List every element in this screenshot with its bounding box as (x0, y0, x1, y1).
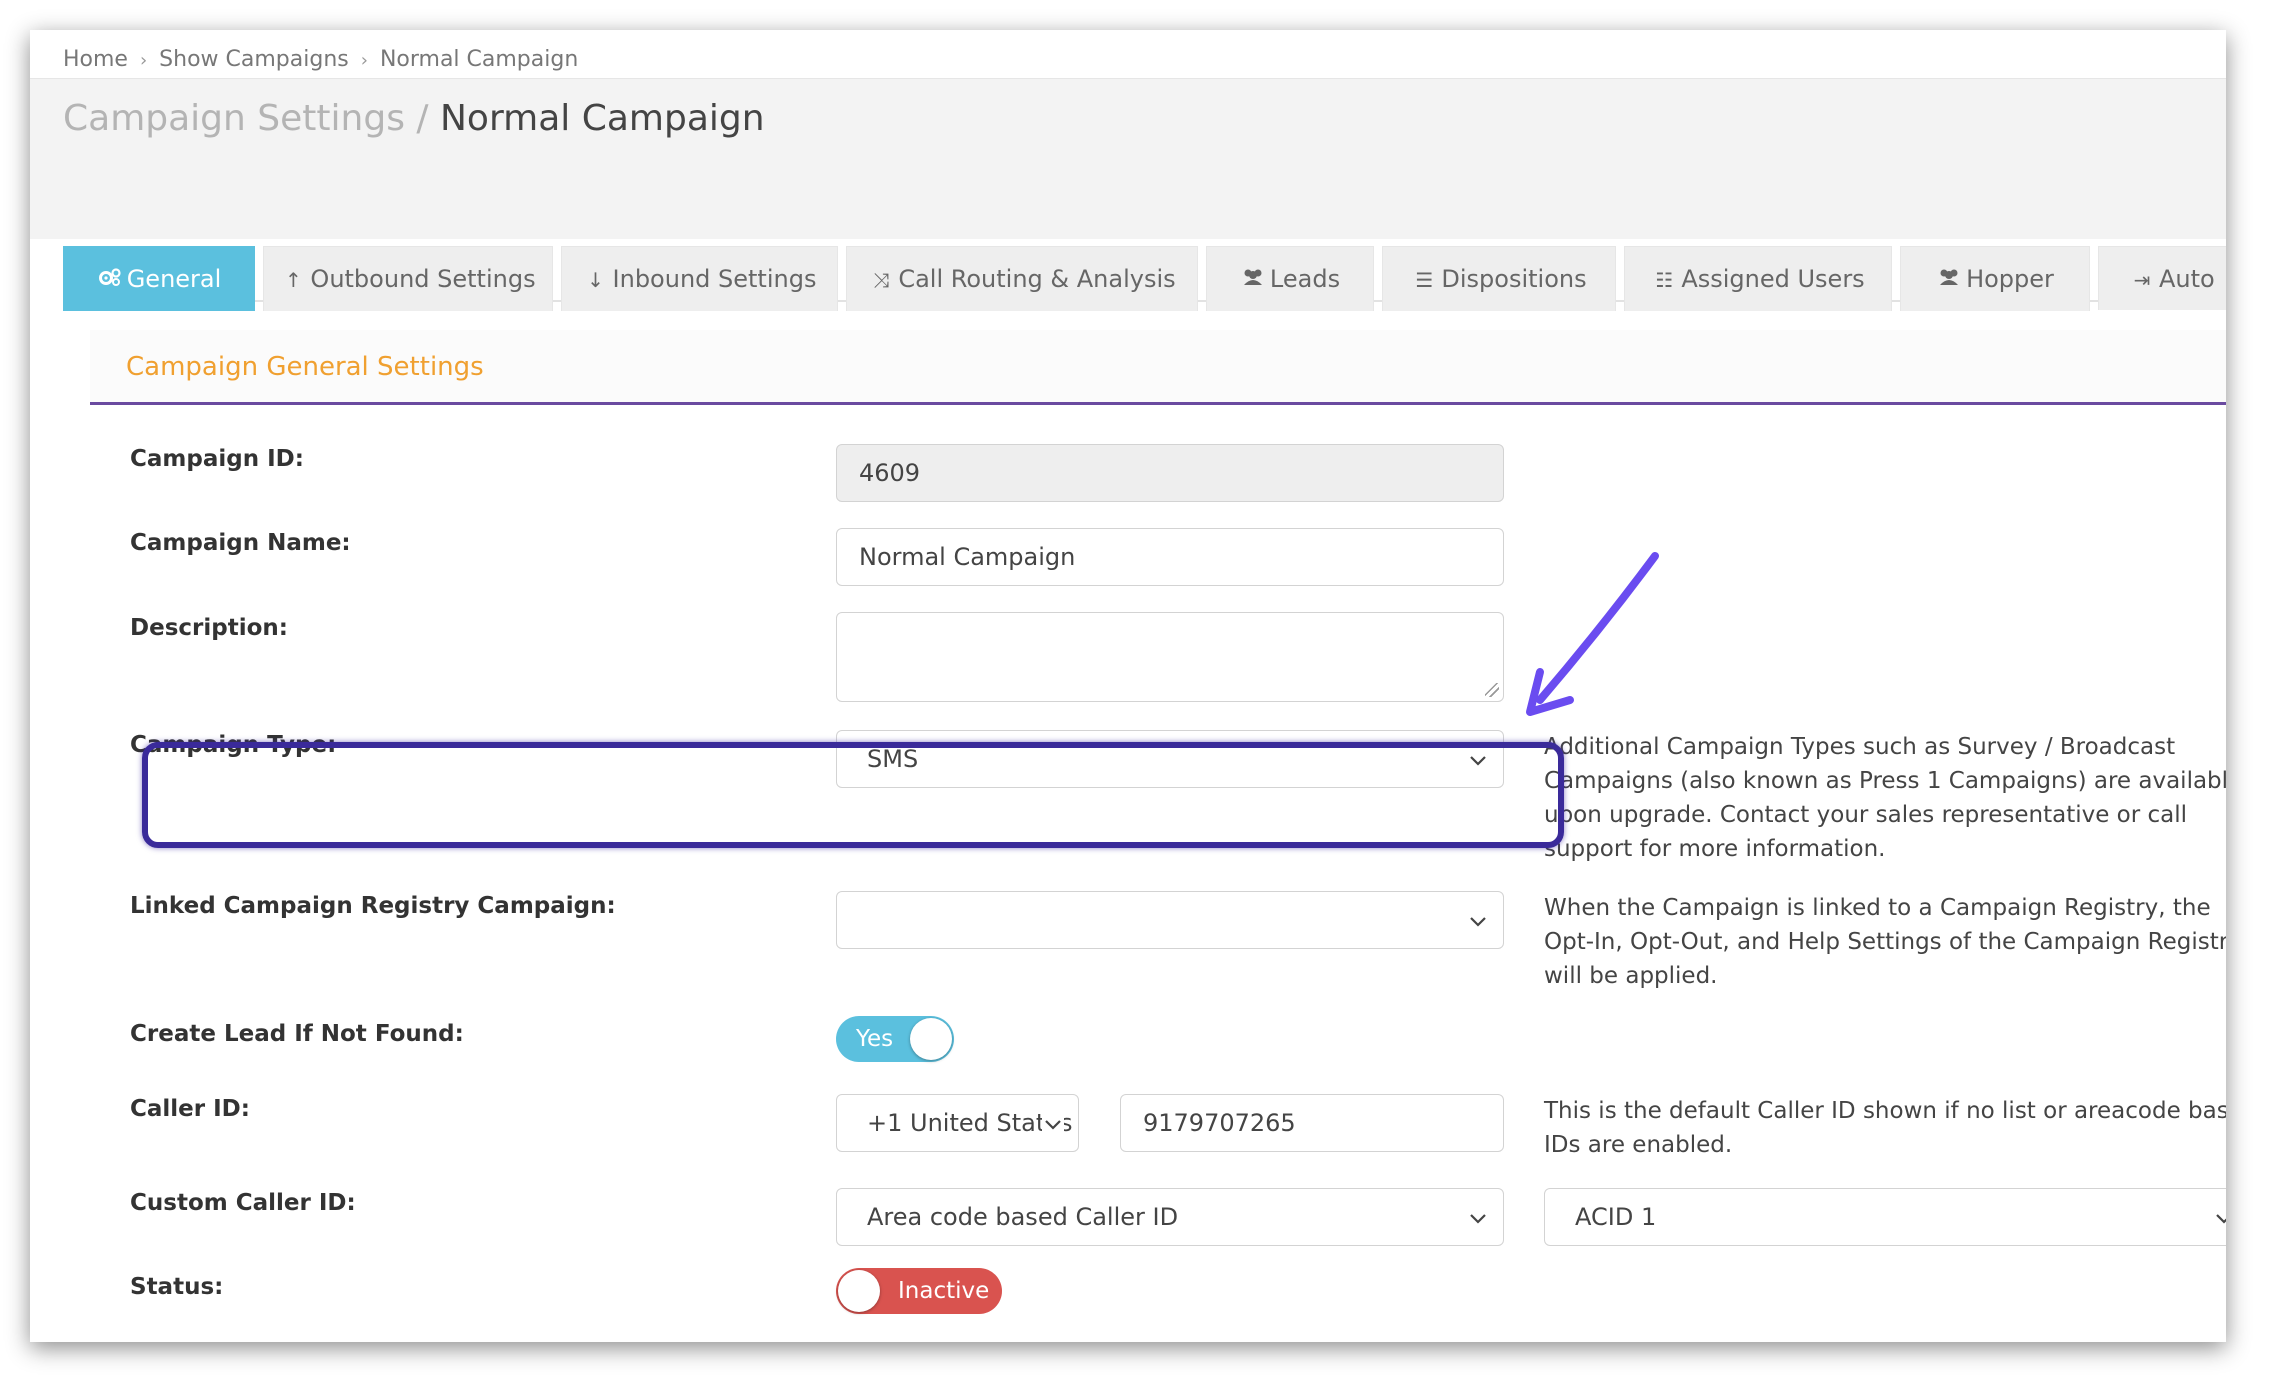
annotation-arrow-icon (1526, 552, 1659, 716)
